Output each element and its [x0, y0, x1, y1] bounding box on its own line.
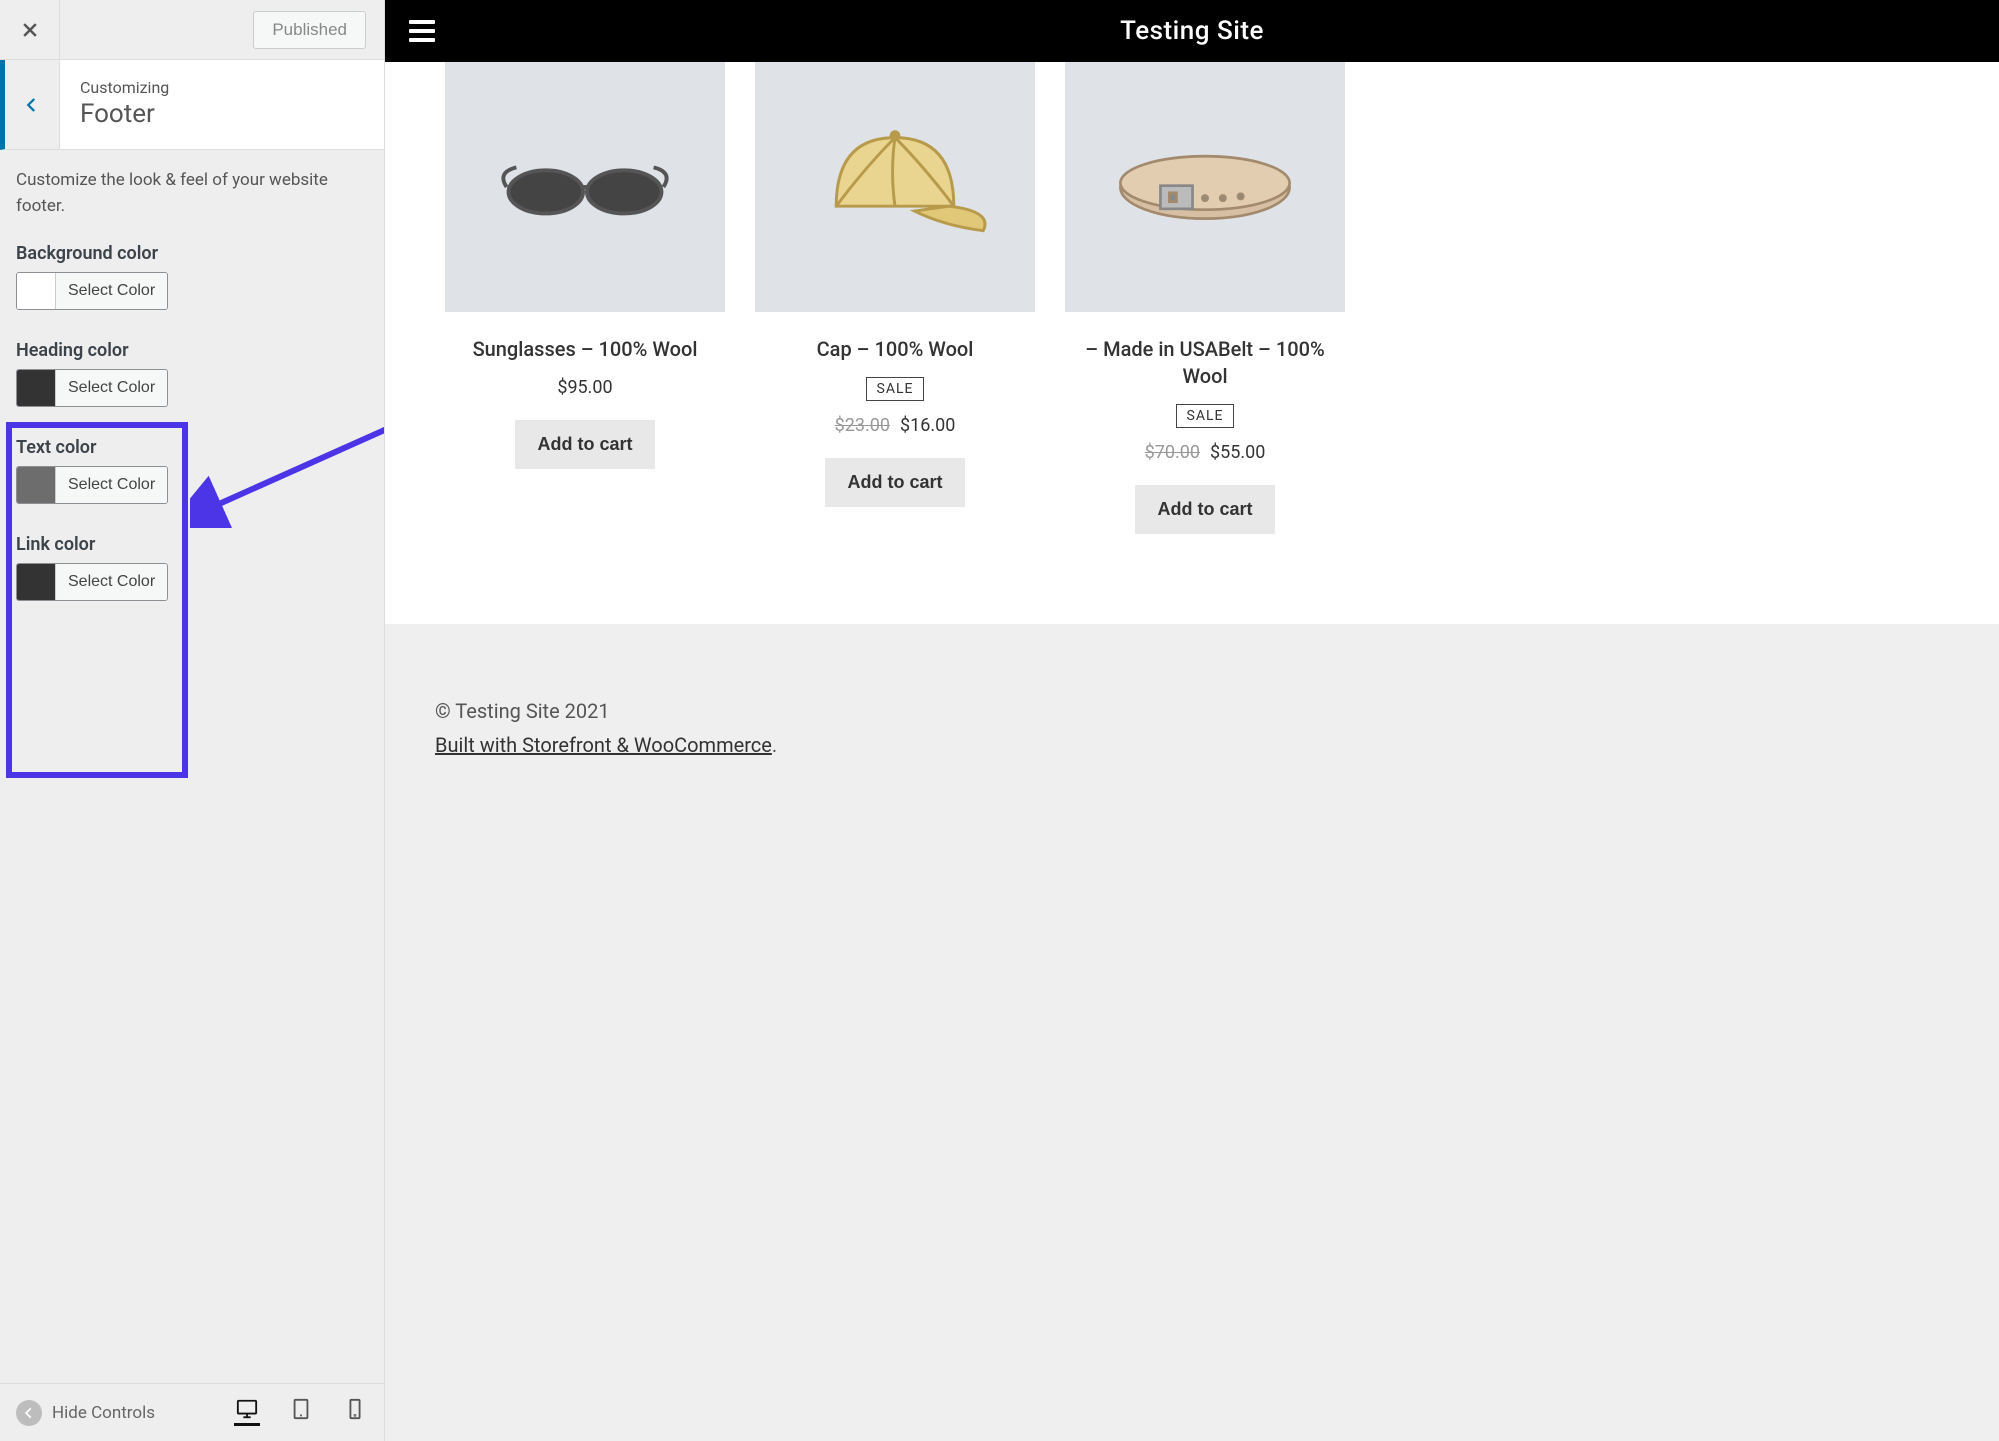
device-preview-switcher [234, 1400, 368, 1426]
select-color-button[interactable]: Select Color [55, 370, 167, 406]
product-price: $95.00 [557, 377, 612, 398]
product-title[interactable]: – Made in USABelt – 100% Wool [1065, 336, 1345, 390]
site-title[interactable]: Testing Site [435, 16, 1949, 46]
color-picker[interactable]: Select Color [16, 466, 168, 504]
breadcrumb-text: Customizing Footer [60, 60, 384, 149]
color-swatch [17, 563, 55, 601]
color-swatch [17, 272, 55, 310]
product-price: $55.00 [1210, 442, 1265, 463]
device-mobile-button[interactable] [342, 1400, 368, 1426]
color-control: Heading color Select Color [16, 340, 368, 411]
color-swatch [17, 369, 55, 407]
footer-credit-suffix: . [772, 733, 777, 757]
device-desktop-button[interactable] [234, 1400, 260, 1426]
mobile-icon [344, 1398, 366, 1420]
product-old-price: $70.00 [1145, 442, 1200, 463]
color-picker[interactable]: Select Color [16, 272, 168, 310]
site-header: Testing Site [385, 0, 1999, 62]
hide-controls-button[interactable]: Hide Controls [16, 1400, 155, 1426]
product-image[interactable] [755, 62, 1035, 312]
select-color-button[interactable]: Select Color [55, 273, 167, 309]
published-button[interactable]: Published [253, 11, 366, 49]
sale-badge: SALE [866, 377, 925, 401]
color-control-label: Link color [16, 534, 368, 555]
breadcrumb-label: Customizing [80, 78, 364, 97]
product-price: $16.00 [900, 415, 955, 436]
footer-credit-link[interactable]: Built with Storefront & WooCommerce [435, 733, 772, 757]
product-image[interactable] [1065, 62, 1345, 312]
product-old-price: $23.00 [835, 415, 890, 436]
color-picker[interactable]: Select Color [16, 369, 168, 407]
select-color-button[interactable]: Select Color [55, 564, 167, 600]
sidebar-top-bar: Published [0, 0, 384, 60]
product-card: – Made in USABelt – 100% WoolSALE$70.00$… [1065, 62, 1345, 534]
product-card: Cap – 100% Wool SALE $23.00 $16.00 Add to ca… [755, 62, 1035, 534]
section-description: Customize the look & feel of your websit… [16, 168, 368, 219]
color-control-label: Background color [16, 243, 368, 264]
site-preview: Testing Site Sunglasses – 100% Wool $95.0… [385, 0, 1999, 1441]
customizer-sidebar: Published Customizing Footer Customize t… [0, 0, 385, 1441]
close-button[interactable] [0, 0, 60, 60]
breadcrumb-title: Footer [80, 99, 364, 129]
product-price-row: $70.00 $55.00 [1065, 442, 1345, 463]
color-control-label: Heading color [16, 340, 368, 361]
add-to-cart-button[interactable]: Add to cart [515, 420, 654, 469]
product-price-row: $95.00 [445, 377, 725, 398]
product-price-row: $23.00 $16.00 [755, 415, 1035, 436]
close-icon [20, 20, 40, 40]
products-row: Sunglasses – 100% Wool$95.00Add to cartC… [385, 62, 1999, 534]
color-control: Link color Select Color [16, 534, 368, 605]
desktop-icon [236, 1398, 258, 1420]
color-picker[interactable]: Select Color [16, 563, 168, 601]
product-title[interactable]: Sunglasses – 100% Wool [445, 336, 725, 363]
tablet-icon [290, 1398, 312, 1420]
color-control-label: Text color [16, 437, 368, 458]
sidebar-footer-toolbar: Hide Controls [0, 1383, 384, 1441]
chevron-left-icon [23, 96, 41, 114]
color-control: Background color Select Color [16, 243, 368, 314]
product-image[interactable] [445, 62, 725, 312]
device-tablet-button[interactable] [288, 1400, 314, 1426]
breadcrumb: Customizing Footer [0, 60, 384, 150]
chevron-left-circle-icon [16, 1400, 42, 1426]
site-footer: © Testing Site 2021 Built with Storefron… [385, 624, 1999, 1441]
footer-copyright: © Testing Site 2021 [435, 694, 1949, 728]
color-control: Text color Select Color [16, 437, 368, 508]
product-card: Sunglasses – 100% Wool $95.00 Add to cart [445, 62, 725, 534]
select-color-button[interactable]: Select Color [55, 467, 167, 503]
sale-badge: SALE [1176, 404, 1235, 428]
sidebar-body: Customize the look & feel of your websit… [0, 150, 384, 1383]
hide-controls-label: Hide Controls [52, 1403, 155, 1423]
product-title[interactable]: Cap – 100% Wool [755, 336, 1035, 363]
back-button[interactable] [5, 60, 60, 149]
add-to-cart-button[interactable]: Add to cart [825, 458, 964, 507]
menu-button[interactable] [409, 20, 435, 42]
add-to-cart-button[interactable]: Add to cart [1135, 485, 1274, 534]
color-swatch [17, 466, 55, 504]
